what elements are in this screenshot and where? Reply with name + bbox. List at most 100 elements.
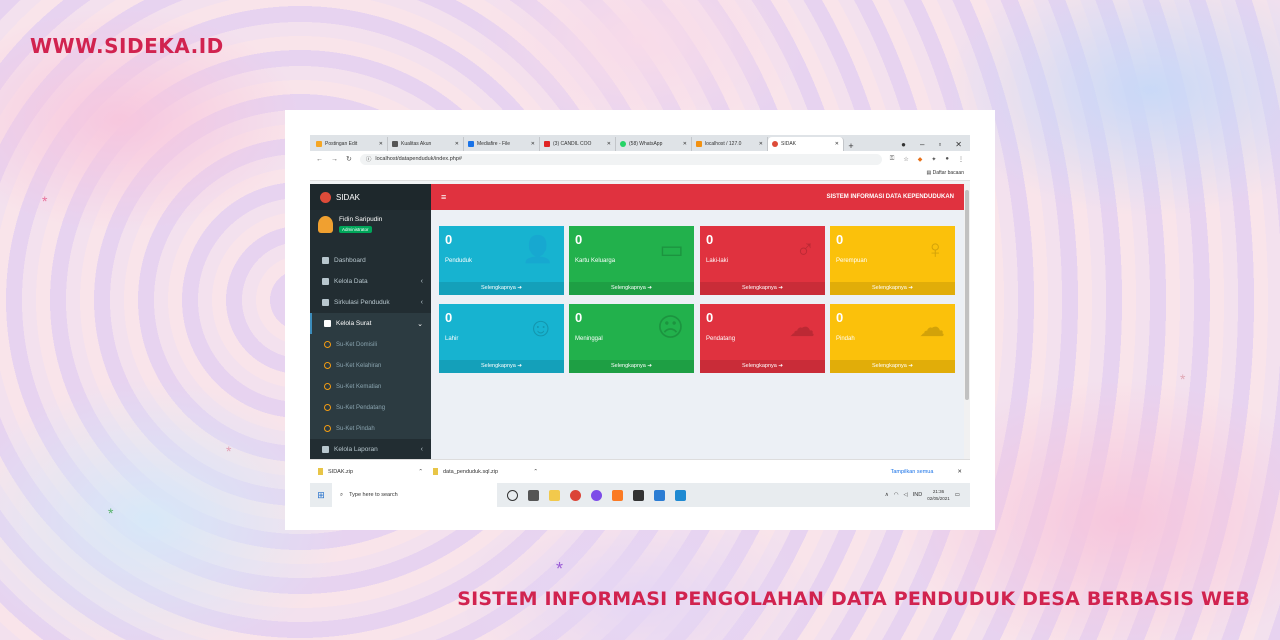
- star-icon[interactable]: ☆: [903, 156, 908, 163]
- info-icon: ⓘ: [365, 157, 372, 163]
- stat-value: 0: [706, 232, 714, 247]
- more-info-link[interactable]: Selengkapnya ➔: [439, 360, 564, 373]
- key-icon[interactable]: ⚿: [890, 156, 895, 163]
- chevron-left-icon: ‹: [420, 278, 423, 285]
- chevron-up-icon[interactable]: ⌃: [533, 469, 538, 475]
- minimize-icon[interactable]: –: [920, 140, 924, 149]
- task-view-icon[interactable]: [507, 489, 518, 501]
- more-info-link[interactable]: Selengkapnya ➔: [830, 360, 955, 373]
- file-explorer-icon[interactable]: [549, 489, 560, 501]
- more-info-link[interactable]: Selengkapnya ➔: [439, 282, 564, 295]
- more-info-link[interactable]: Selengkapnya ➔: [700, 360, 825, 373]
- hamburger-icon[interactable]: ≡: [441, 192, 446, 202]
- close-icon[interactable]: ✕: [455, 141, 459, 147]
- terminal-icon[interactable]: [633, 489, 644, 501]
- chevron-left-icon: ‹: [420, 299, 423, 306]
- zip-file-icon: [318, 468, 323, 475]
- back-icon[interactable]: ←: [316, 156, 323, 163]
- browser-tab[interactable]: Kualitas Akun ✕: [388, 137, 464, 151]
- screenshot-frame: Postingan Edit ✕ Kualitas Akun ✕ Mediafire…: [285, 110, 995, 530]
- sidebar-subitem-kematian[interactable]: Su-Ket Kematian: [310, 376, 431, 397]
- sidebar-item-kelola-surat[interactable]: Kelola Surat ⌄: [310, 313, 431, 334]
- xampp-icon[interactable]: [612, 489, 623, 501]
- widgets-icon[interactable]: [528, 489, 539, 501]
- firefox-icon[interactable]: [591, 489, 602, 501]
- sidebar-item-kelola-laporan[interactable]: Kelola Laporan ‹: [310, 439, 431, 460]
- chevron-up-icon[interactable]: ∧: [885, 492, 889, 498]
- more-info-link[interactable]: Selengkapnya ➔: [830, 282, 955, 295]
- show-all-downloads-button[interactable]: Tampilkan semua: [891, 469, 934, 475]
- window-controls: ● – ▫ ✕: [893, 137, 970, 151]
- stat-value: 0: [445, 310, 453, 325]
- browser-tab[interactable]: Postingan Edit ✕: [312, 137, 388, 151]
- sidebar-subitem-pindah[interactable]: Su-Ket Pindah: [310, 418, 431, 439]
- more-info-link[interactable]: Selengkapnya ➔: [569, 360, 694, 373]
- logo-icon: [320, 191, 331, 203]
- header-title: SISTEM INFORMASI DATA KEPENDUDUKAN: [826, 194, 954, 200]
- close-icon[interactable]: ✕: [531, 141, 535, 147]
- store-icon[interactable]: [654, 489, 665, 501]
- extension-icon[interactable]: ◆: [918, 156, 923, 163]
- notification-icon[interactable]: ▭: [955, 492, 960, 498]
- more-info-link[interactable]: Selengkapnya ➔: [700, 282, 825, 295]
- stat-value: 0: [836, 310, 844, 325]
- sidebar-subitem-pendatang[interactable]: Su-Ket Pendatang: [310, 397, 431, 418]
- close-icon[interactable]: ✕: [957, 469, 962, 475]
- close-icon[interactable]: ✕: [607, 141, 611, 147]
- forward-icon[interactable]: →: [331, 156, 338, 163]
- favicon-icon: [544, 141, 550, 147]
- account-icon[interactable]: ●: [945, 156, 949, 163]
- close-icon[interactable]: ✕: [759, 141, 763, 147]
- maximize-icon[interactable]: ▫: [938, 140, 941, 149]
- sidebar-item-kelola-data[interactable]: Kelola Data ‹: [310, 271, 431, 292]
- sidebar-item-dashboard[interactable]: Dashboard: [310, 250, 431, 271]
- sparkle-icon: *: [226, 443, 232, 459]
- sidebar-item-sirkulasi[interactable]: Sirkulasi Penduduk ‹: [310, 292, 431, 313]
- url-field[interactable]: ⓘ localhost/datapenduduk/index.php#: [359, 153, 882, 165]
- chevron-up-icon[interactable]: ⌃: [418, 469, 423, 475]
- language-indicator[interactable]: IND: [913, 492, 922, 498]
- user-plus-icon: 👤: [521, 234, 554, 264]
- page-caption: SISTEM INFORMASI PENGOLAHAN DATA PENDUDU…: [457, 588, 1250, 610]
- close-icon[interactable]: ✕: [835, 141, 839, 147]
- puzzle-icon[interactable]: ✦: [931, 156, 936, 163]
- close-icon[interactable]: ✕: [683, 141, 687, 147]
- profile-icon[interactable]: ●: [901, 140, 906, 149]
- favicon-icon: [316, 141, 322, 147]
- browser-tab[interactable]: localhost / 127.0 ✕: [692, 137, 768, 151]
- more-info-link[interactable]: Selengkapnya ➔: [569, 282, 694, 295]
- taskbar-clock[interactable]: 21:36 02/05/2021: [927, 488, 950, 502]
- taskbar-search[interactable]: ⌕ Type here to search: [332, 483, 497, 507]
- windows-start-icon[interactable]: ⊞: [310, 490, 332, 501]
- wifi-icon[interactable]: ◠: [894, 492, 899, 498]
- browser-tab[interactable]: (58) WhatsApp ✕: [616, 137, 692, 151]
- favicon-icon: [696, 141, 702, 147]
- sidebar-subitem-domisili[interactable]: Su-Ket Domisili: [310, 334, 431, 355]
- menu-icon[interactable]: ⋮: [958, 156, 964, 163]
- new-tab-button[interactable]: +: [844, 141, 858, 151]
- stat-value: 0: [575, 232, 583, 247]
- volume-icon[interactable]: ◁: [904, 492, 908, 498]
- app-logo[interactable]: SIDAK: [310, 184, 431, 210]
- favicon-icon: [392, 141, 398, 147]
- browser-tab[interactable]: (3) CANDIL COO ✕: [540, 137, 616, 151]
- download-item[interactable]: data_penduduk.sql.zip ⌃: [433, 468, 538, 475]
- reading-list-button[interactable]: Daftar bacaan: [933, 170, 964, 176]
- download-item[interactable]: SIDAK.zip ⌃: [318, 468, 423, 475]
- browser-tab[interactable]: Mediafire - File ✕: [464, 137, 540, 151]
- close-icon[interactable]: ✕: [379, 141, 383, 147]
- scrollbar-thumb[interactable]: [965, 190, 969, 400]
- page-scrollbar[interactable]: [964, 184, 970, 459]
- circle-icon: [324, 425, 331, 432]
- vscode-icon[interactable]: [675, 489, 686, 501]
- browser-tab-active[interactable]: SIDAK ✕: [768, 137, 844, 151]
- chrome-icon[interactable]: [570, 489, 581, 501]
- close-window-icon[interactable]: ✕: [955, 140, 962, 149]
- male-icon: ♂: [795, 234, 816, 264]
- user-panel: Fidin Saripudin Administrator: [310, 210, 431, 250]
- user-name: Fidin Saripudin: [339, 216, 383, 223]
- reload-icon[interactable]: ↻: [346, 155, 352, 163]
- sidebar-subitem-kelahiran[interactable]: Su-Ket Kelahiran: [310, 355, 431, 376]
- stat-box-perempuan: 0 Perempuan ♀ Selengkapnya ➔: [830, 226, 955, 295]
- cogs-icon: [322, 299, 329, 306]
